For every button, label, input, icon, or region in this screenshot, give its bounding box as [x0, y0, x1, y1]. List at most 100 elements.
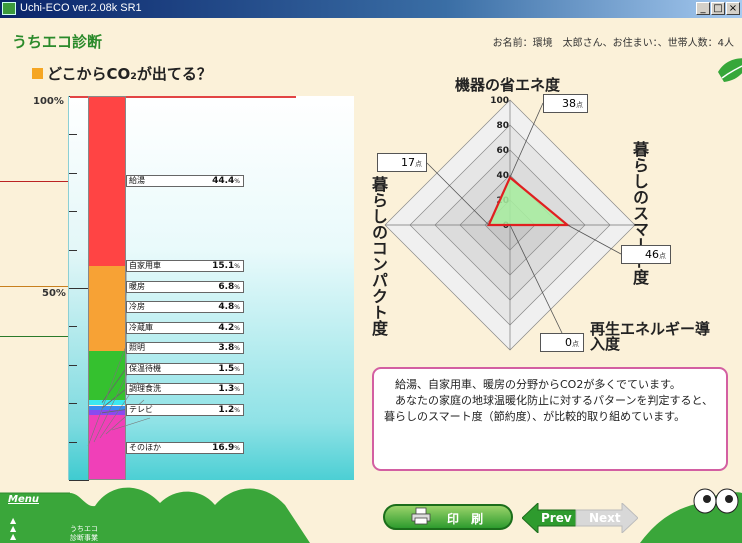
prev-label: Prev: [541, 511, 572, 525]
category-name: 自家用車: [129, 261, 161, 270]
radar-tick-label: 60: [496, 146, 509, 156]
category-label: そのほか 16.9%: [126, 441, 244, 454]
category-value: 44.4%: [212, 176, 240, 187]
category-name: 調理食洗: [129, 384, 161, 393]
maximize-button[interactable]: □: [711, 2, 725, 15]
scale-label-50: 50%: [42, 288, 66, 299]
value-top: 38: [562, 97, 576, 110]
footer-logo-line2: 診断事業: [70, 534, 98, 542]
connector-line: [87, 345, 127, 447]
category-label: 自家用車 15.1%: [126, 260, 244, 272]
category-value: 4.2%: [218, 322, 240, 333]
value-box-right: 46点: [621, 245, 671, 264]
category-name: 冷房: [129, 302, 145, 311]
radar-tick-label: 80: [496, 121, 509, 131]
title-bar: Uchi-ECO ver.2.08k SR1 _ □ ×: [0, 0, 742, 18]
category-label: 給湯 44.4%: [126, 175, 244, 188]
value-box-bottom: 0点: [540, 333, 584, 352]
minimize-button[interactable]: _: [696, 2, 710, 15]
axis-title-bottom: 再生エネルギー導入度: [590, 320, 711, 353]
axis-title-top: 機器の省エネ度: [455, 76, 561, 94]
category-name: 保温待機: [129, 363, 161, 373]
category-unit: %: [234, 304, 240, 311]
value-box-left: 17点: [377, 153, 427, 172]
category-name: 照明: [129, 343, 145, 352]
category-label: 調理食洗 1.3%: [126, 383, 244, 395]
scale-label-100: 100%: [33, 96, 64, 107]
axis-title-right: 暮らしのスマート度: [630, 141, 649, 285]
category-unit: %: [234, 406, 240, 414]
scale-tick: [69, 211, 77, 213]
connector-line: [111, 417, 151, 431]
unit-right: 点: [659, 252, 666, 260]
category-value: 1.5%: [218, 363, 240, 374]
category-label: 冷房 4.8%: [126, 301, 244, 313]
unit-bottom: 点: [572, 340, 579, 348]
scale-tick: [69, 403, 77, 405]
unit-left: 点: [415, 160, 422, 168]
chart-scale: [68, 96, 89, 481]
category-value: 1.2%: [218, 404, 240, 415]
square-bullet-icon: [32, 68, 43, 79]
radar-tick-label: 40: [496, 171, 509, 181]
next-button[interactable]: Next: [574, 501, 639, 535]
category-unit: %: [234, 345, 240, 352]
connector-line: [101, 409, 127, 414]
category-value: 4.8%: [218, 302, 240, 312]
connector-line: [101, 368, 127, 403]
section-title-text: どこからCO₂が出てる？: [47, 65, 212, 83]
category-unit: %: [234, 365, 240, 373]
category-unit: %: [234, 444, 240, 452]
co2-chart: 給湯 44.4% 自家用車 15.1% 暖房 6.8% 冷房 4.8% 冷蔵庫 4.2% 照明 3.8…: [68, 96, 354, 481]
footer: Menu ▲ ▲ ▲ うちエコ 診断事業 印 刷 Prev Next: [0, 473, 742, 543]
footer-logo-line1: うちエコ: [70, 525, 98, 533]
value-bottom: 0: [565, 336, 572, 349]
category-label: 照明 3.8%: [126, 342, 244, 354]
category-unit: %: [234, 263, 240, 270]
app-icon: [2, 2, 16, 15]
scale-tick: [69, 172, 77, 174]
menu-link[interactable]: Menu: [8, 494, 39, 505]
category-name: 給湯: [129, 176, 145, 186]
category-name: そのほか: [129, 442, 161, 452]
menu-arrows[interactable]: ▲ ▲ ▲: [10, 517, 16, 541]
print-label: 印 刷: [447, 512, 488, 526]
value-left: 17: [401, 156, 415, 169]
category-name: 冷蔵庫: [129, 322, 153, 332]
close-button[interactable]: ×: [726, 2, 740, 15]
category-unit: %: [234, 324, 240, 332]
comment-line-1: 給湯、自家用車、暖房の分野からCO2が多くでています。: [384, 378, 681, 391]
print-button[interactable]: 印 刷: [383, 504, 513, 530]
scale-tick: [69, 134, 77, 136]
app-title: うちエコ診断: [12, 33, 103, 51]
radar-chart: 100806040200 機器の省エネ度 暮らしのスマート度 再生エネルギー導入…: [350, 73, 740, 378]
radar-tick-label: 100: [490, 96, 509, 106]
window-title: Uchi-ECO ver.2.08k SR1: [20, 2, 142, 14]
section-title: どこからCO₂が出てる？: [32, 63, 212, 84]
comment-box: 給湯、自家用車、暖房の分野からCO2が多くでています。 あなたの家庭の地球温暖化…: [372, 367, 728, 471]
footer-logo: うちエコ 診断事業: [70, 525, 98, 543]
printer-icon: [411, 507, 431, 525]
category-label: 保温待機 1.5%: [126, 362, 244, 375]
scale-tick: [69, 441, 77, 443]
scale-tick: [69, 364, 77, 366]
app-window: Uchi-ECO ver.2.08k SR1 _ □ × うちエコ診断 お名前：…: [0, 0, 742, 543]
scale-tick: [69, 288, 89, 289]
category-label: 冷蔵庫 4.2%: [126, 321, 244, 334]
scale-tick: [69, 326, 77, 328]
category-value: 1.3%: [218, 384, 240, 394]
category-unit: %: [234, 178, 240, 186]
main-panel: うちエコ診断 お名前：環境 太郎さん、お住まい：、世帯人数：4人 どこからCO₂…: [0, 18, 742, 543]
value-box-top: 38点: [543, 94, 588, 113]
category-name: テレビ: [129, 404, 153, 414]
category-name: 暖房: [129, 281, 145, 291]
category-value: 15.1%: [212, 261, 240, 271]
comment-line-2: あなたの家庭の地球温暖化防止に対するパターンを判定すると、暮らしのスマート度（節…: [384, 394, 714, 423]
category-value: 16.9%: [212, 442, 240, 453]
unit-top: 点: [576, 101, 583, 109]
category-label: テレビ 1.2%: [126, 403, 244, 416]
axis-title-left: 暮らしのコンパクト度: [369, 176, 388, 336]
category-value: 3.8%: [218, 343, 240, 353]
next-label: Next: [589, 511, 621, 525]
category-unit: %: [234, 386, 240, 393]
